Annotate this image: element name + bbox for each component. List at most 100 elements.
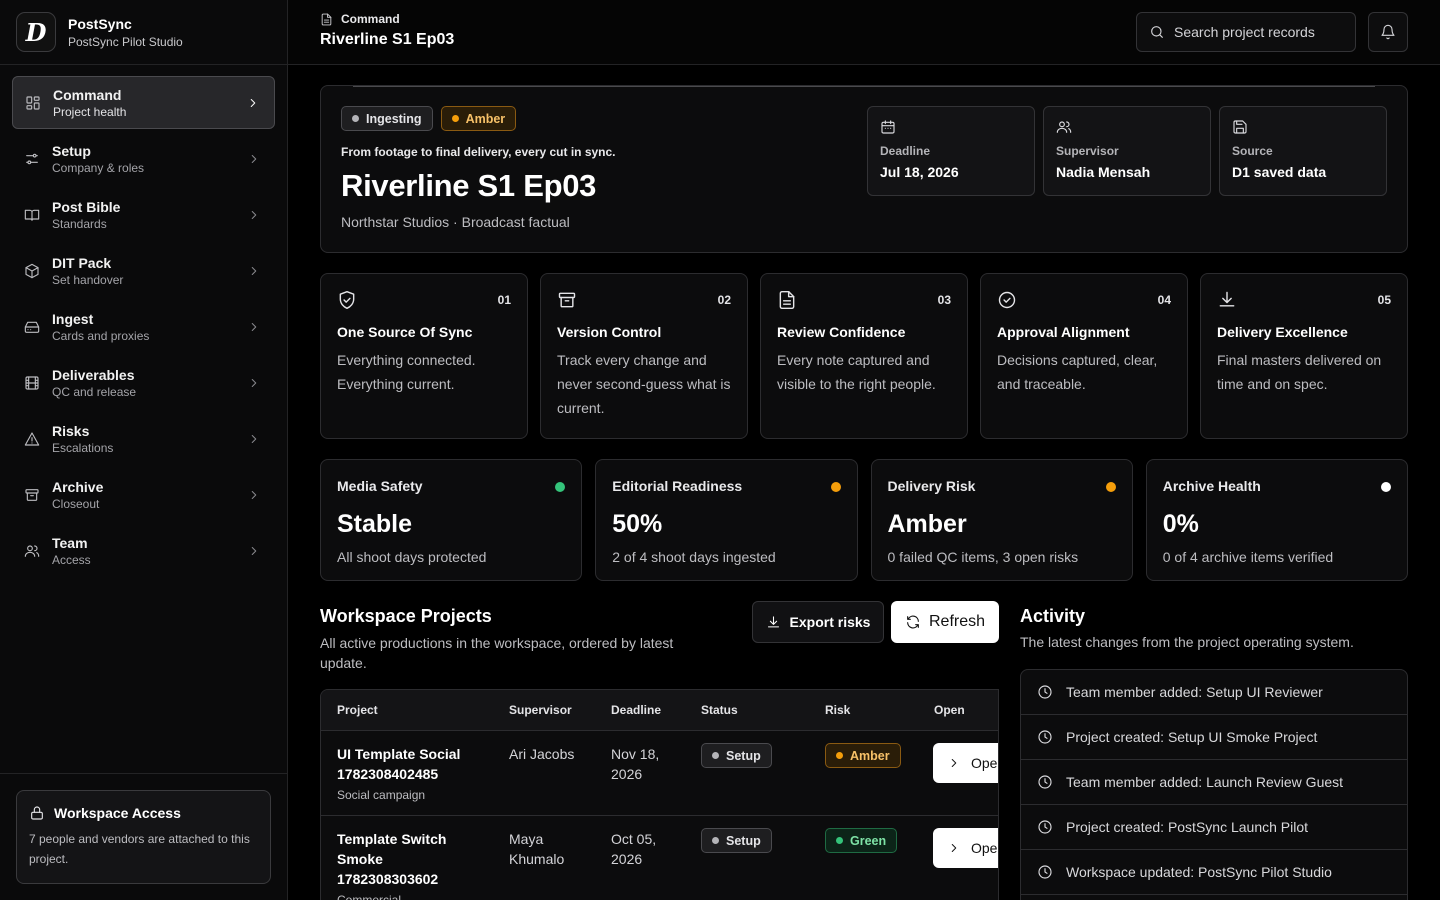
stat-delivery-risk: Delivery Risk Amber 0 failed QC items, 3… (870, 459, 1133, 581)
sidebar-item-sub: Escalations (52, 440, 114, 455)
export-risks-button[interactable]: Export risks (752, 601, 884, 643)
status-dot (830, 482, 841, 492)
book-icon (24, 209, 40, 221)
pillar-text: Decisions captured, clear, and traceable… (997, 352, 1158, 392)
status-badge: Ingesting (341, 106, 433, 131)
sidebar-item-archive[interactable]: Archive Closeout (12, 468, 275, 521)
sidebar-item-command[interactable]: Command Project health (12, 76, 275, 129)
stat-title: Delivery Risk (887, 478, 976, 494)
pillar-title: Approval Alignment (997, 324, 1130, 340)
app-logo[interactable]: D (16, 12, 56, 52)
sidebar-item-dit-pack[interactable]: DIT Pack Set handover (12, 244, 275, 297)
pillar-text: Every note captured and visible to the r… (777, 352, 936, 392)
activity-item[interactable]: Workspace updated: PostSync Pilot Studio (1021, 850, 1407, 895)
sidebar-item-deliverables[interactable]: Deliverables QC and release (12, 356, 275, 409)
risk-badge: Green (825, 828, 898, 853)
status-badge: Setup (701, 743, 772, 768)
breadcrumb-label: Command (341, 12, 400, 26)
meta-supervisor: Supervisor Nadia Mensah (1043, 106, 1211, 196)
activity-item[interactable]: Team member added: Setup UI Reviewer (1021, 670, 1407, 715)
sidebar-item-sub: Access (52, 552, 91, 567)
sidebar-item-label: Ingest (52, 310, 94, 327)
sidebar-item-ingest[interactable]: Ingest Cards and proxies (12, 300, 275, 353)
pillar-text: Everything connected. Everything current… (337, 352, 476, 392)
project-name[interactable]: UI Template Social 1782308402485 (337, 744, 487, 784)
search-icon (1151, 26, 1163, 38)
clock-icon (1038, 775, 1052, 789)
chevron-right-icon (250, 98, 256, 107)
refresh-icon (907, 615, 919, 629)
sidebar-item-sub: Cards and proxies (52, 328, 150, 343)
open-project-button[interactable]: Open (933, 828, 998, 868)
check-circle-icon (998, 291, 1016, 309)
stat-title: Archive Health (1162, 478, 1261, 494)
column-header[interactable]: Deadline (611, 703, 661, 717)
sidebar-item-sub: Standards (52, 216, 107, 231)
warning-icon (24, 431, 40, 446)
pillar-number: 03 (937, 293, 951, 307)
project-cell: Template Switch Smoke 1782308303602 Comm… (337, 829, 487, 900)
pillar-text: Track every change and never second-gues… (557, 352, 731, 416)
activity-item[interactable]: Project created: PostSync Launch Pilot (1021, 805, 1407, 850)
activity-item[interactable]: Team member added: Launch Review Guest (1021, 760, 1407, 805)
meta-value: Jul 18, 2026 (880, 164, 959, 180)
chevron-right-icon (251, 266, 257, 275)
table-header: Project Supervisor Deadline Status Risk … (321, 690, 998, 731)
clock-icon (1038, 730, 1052, 744)
pillar-card: 04 Approval Alignment Decisions captured… (980, 273, 1188, 439)
activity-subtitle: The latest changes from the project oper… (1020, 634, 1354, 650)
stat-title: Editorial Readiness (612, 478, 743, 494)
save-icon (1233, 120, 1247, 134)
pillar-card: 05 Delivery Excellence Final masters del… (1200, 273, 1408, 439)
document-icon (779, 290, 795, 310)
sidebar-item-sub: Company & roles (52, 160, 145, 175)
users-icon (24, 544, 40, 557)
notifications-button[interactable] (1368, 12, 1408, 52)
column-header[interactable]: Risk (825, 703, 850, 717)
deadline-cell: Oct 05, 2026 (611, 831, 657, 867)
sidebar-item-post-bible[interactable]: Post Bible Standards (12, 188, 275, 241)
activity-item[interactable]: Project created: Setup UI Smoke Project (1021, 715, 1407, 760)
project-type: Commercial (337, 893, 402, 900)
chevron-right-icon (251, 490, 257, 499)
stat-title: Media Safety (337, 478, 423, 494)
refresh-button[interactable]: Refresh (891, 601, 999, 643)
sidebar-item-team[interactable]: Team Access (12, 524, 275, 577)
projects-subtitle: All active productions in the workspace,… (320, 635, 674, 671)
meta-label: Source (1232, 144, 1273, 158)
column-header[interactable]: Open (934, 703, 965, 717)
sidebar-item-sub: Project health (53, 104, 127, 119)
pillar-title: Review Confidence (777, 324, 906, 340)
search-input[interactable]: Search project records (1136, 12, 1356, 52)
sidebar-item-setup[interactable]: Setup Company & roles (12, 132, 275, 185)
export-risks-label: Export risks (789, 614, 871, 630)
table-row[interactable]: Template Switch Smoke 1782308303602 Comm… (321, 816, 998, 900)
column-header[interactable]: Project (337, 703, 378, 717)
sliders-icon (26, 153, 38, 164)
pillar-number: 04 (1157, 293, 1171, 307)
chevron-right-icon (951, 844, 957, 852)
table-row[interactable]: UI Template Social 1782308402485 Social … (321, 731, 998, 816)
meta-label: Deadline (880, 144, 931, 158)
status-dot (1381, 482, 1391, 492)
sidebar-item-sub: Set handover (52, 272, 124, 287)
open-project-button[interactable]: Open (933, 743, 998, 783)
risk-badge: Amber (825, 743, 901, 768)
hero-tagline: From footage to final delivery, every cu… (341, 145, 616, 159)
users-icon (1056, 121, 1072, 133)
project-name[interactable]: Template Switch Smoke 1782308303602 (337, 829, 487, 889)
archive-icon (25, 488, 39, 501)
pillar-text: Final masters delivered on time and on s… (1217, 352, 1382, 392)
pillar-card: 02 Version Control Track every change an… (540, 273, 748, 439)
topbar: Command Riverline S1 Ep03 Search project… (288, 0, 1440, 65)
sidebar-item-risks[interactable]: Risks Escalations (12, 412, 275, 465)
column-header[interactable]: Status (701, 703, 738, 717)
stat-value: Stable (337, 510, 413, 538)
column-header[interactable]: Supervisor (509, 703, 572, 717)
pillar-card: 03 Review Confidence Every note captured… (760, 273, 968, 439)
activity-text: Team member added: Launch Review Guest (1066, 774, 1344, 790)
film-icon (25, 375, 39, 390)
sidebar-item-label: Command (53, 86, 122, 103)
sidebar-item-label: Team (52, 534, 88, 551)
stat-editorial-readiness: Editorial Readiness 50% 2 of 4 shoot day… (595, 459, 858, 581)
